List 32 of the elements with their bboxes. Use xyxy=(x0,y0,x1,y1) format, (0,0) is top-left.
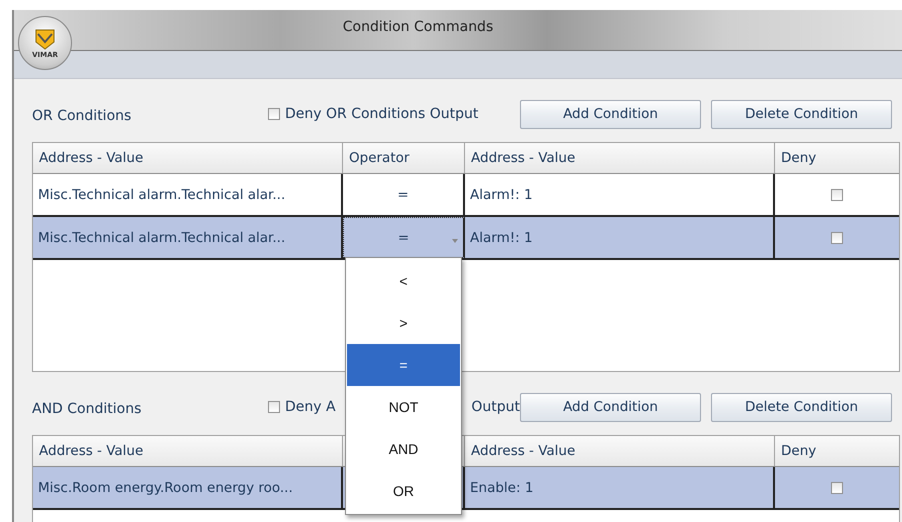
checkbox-label: Deny OR Conditions Output xyxy=(285,106,478,122)
condition-button[interactable]: Delete Condition xyxy=(711,100,892,128)
menu-item[interactable]: < xyxy=(347,260,460,302)
column-header: Address - Value xyxy=(465,436,775,466)
column-header: Address - Value xyxy=(465,143,775,173)
column-header: Address - Value xyxy=(33,143,343,173)
column-header: Deny xyxy=(780,442,818,461)
column-header: Address - Value xyxy=(33,436,343,466)
table-row[interactable]: Misc.Technical alarm.Technical alar... = Alarm!: 1 xyxy=(33,174,899,217)
condition-button[interactable]: Add Condition xyxy=(520,392,701,422)
section-title: OR Conditions xyxy=(32,107,132,124)
section-title: AND Conditions xyxy=(32,400,142,417)
table-cell: Misc.Technical alarm.Technical alar... xyxy=(38,186,286,202)
table-cell: Misc.Technical alarm.Technical alar... xyxy=(38,230,286,246)
checkbox-label: Deny A xyxy=(285,399,336,415)
window-title: Condition Commands xyxy=(342,19,494,35)
condition-button[interactable]: Delete Condition xyxy=(711,392,892,422)
column-header: Deny xyxy=(780,149,818,168)
table-cell: = xyxy=(397,186,409,202)
menu-item[interactable]: > xyxy=(347,302,460,344)
checkbox-label: Output xyxy=(471,399,520,415)
menu-item[interactable]: OR xyxy=(347,470,460,512)
table-cell: Alarm!: 1 xyxy=(470,186,533,202)
menu-item[interactable]: AND xyxy=(347,428,460,470)
condition-button[interactable]: Add Condition xyxy=(520,100,701,128)
table-row[interactable]: Misc.Technical alarm.Technical alar... = Alarm!: 1 xyxy=(33,217,899,260)
table-cell: Alarm!: 1 xyxy=(470,230,533,246)
column-header: Operator xyxy=(343,143,465,173)
menu-item[interactable]: = xyxy=(347,344,460,386)
table-cell: Enable: 1 xyxy=(470,480,534,496)
menu-item[interactable]: NOT xyxy=(347,386,460,428)
table-cell: Misc.Room energy.Room energy roo... xyxy=(38,480,293,496)
